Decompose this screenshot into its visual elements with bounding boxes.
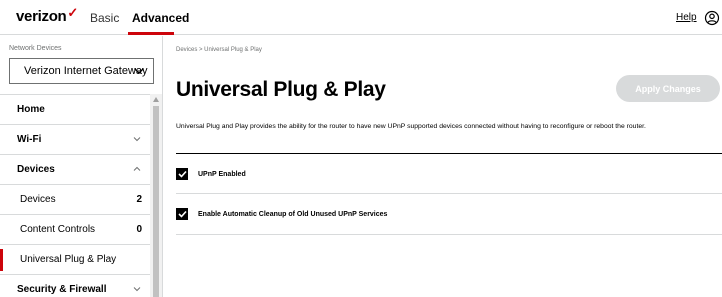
tab-basic[interactable]: Basic bbox=[90, 11, 119, 25]
help-link[interactable]: Help bbox=[676, 12, 697, 23]
sidebar-item-label: Content Controls bbox=[20, 224, 96, 235]
sidebar-item-content-controls[interactable]: Content Controls 0 bbox=[0, 215, 150, 245]
upnp-enabled-label: UPnP Enabled bbox=[198, 170, 246, 178]
chevron-up-icon bbox=[133, 166, 141, 171]
sidebar-nav: Home Wi-Fi Devices Devices 2 Content Con… bbox=[0, 94, 150, 297]
network-device-select[interactable]: Verizon Internet Gateway bbox=[9, 58, 154, 84]
apply-changes-button[interactable]: Apply Changes bbox=[616, 75, 720, 102]
auto-cleanup-checkbox[interactable] bbox=[176, 208, 188, 220]
chevron-down-icon bbox=[134, 68, 144, 74]
sidebar-item-label: Wi-Fi bbox=[17, 134, 42, 145]
sidebar-item-home[interactable]: Home bbox=[0, 95, 150, 125]
scroll-up-arrow-icon[interactable] bbox=[153, 97, 159, 102]
upnp-enabled-checkbox[interactable] bbox=[176, 168, 188, 180]
active-tab-indicator bbox=[128, 32, 174, 35]
auto-cleanup-option[interactable]: Enable Automatic Cleanup of Old Unused U… bbox=[176, 208, 387, 220]
checkmark-icon bbox=[177, 170, 187, 178]
checkmark-icon bbox=[177, 210, 187, 218]
page-description: Universal Plug and Play provides the abi… bbox=[176, 123, 646, 130]
sidebar-item-security-firewall[interactable]: Security & Firewall bbox=[0, 275, 150, 297]
sidebar-scrollbar[interactable] bbox=[150, 94, 162, 297]
sidebar-item-devices[interactable]: Devices bbox=[0, 155, 150, 185]
tab-advanced[interactable]: Advanced bbox=[132, 11, 189, 25]
top-header: verizon✓ Basic Advanced Help bbox=[0, 0, 722, 35]
sidebar-item-label: Universal Plug & Play bbox=[20, 254, 117, 265]
section-divider bbox=[176, 153, 722, 154]
upnp-enabled-option[interactable]: UPnP Enabled bbox=[176, 168, 246, 180]
logo-check-mark: ✓ bbox=[67, 5, 79, 20]
sidebar-item-label: Security & Firewall bbox=[17, 284, 107, 295]
device-count-badge: 2 bbox=[136, 194, 142, 205]
option-divider bbox=[176, 234, 722, 235]
auto-cleanup-label: Enable Automatic Cleanup of Old Unused U… bbox=[198, 210, 388, 218]
network-devices-label: Network Devices bbox=[9, 45, 62, 52]
chevron-down-icon bbox=[133, 137, 141, 142]
scrollbar-thumb[interactable] bbox=[153, 106, 159, 297]
network-device-selected-value: Verizon Internet Gateway bbox=[24, 65, 148, 77]
sidebar-item-wifi[interactable]: Wi-Fi bbox=[0, 125, 150, 155]
option-divider bbox=[176, 193, 722, 194]
sidebar-item-label: Devices bbox=[17, 164, 55, 175]
account-circle-icon[interactable] bbox=[704, 10, 720, 26]
page-title: Universal Plug & Play bbox=[176, 78, 386, 101]
logo-text: verizon bbox=[16, 8, 67, 25]
content-controls-count-badge: 0 bbox=[136, 224, 142, 235]
chevron-down-icon bbox=[133, 287, 141, 292]
verizon-logo[interactable]: verizon✓ bbox=[16, 5, 79, 25]
sidebar-item-universal-plug-and-play[interactable]: Universal Plug & Play bbox=[0, 245, 150, 275]
sidebar: Network Devices Verizon Internet Gateway… bbox=[0, 36, 163, 297]
sidebar-item-devices-list[interactable]: Devices 2 bbox=[0, 185, 150, 215]
sidebar-item-label: Devices bbox=[20, 194, 56, 205]
breadcrumb[interactable]: Devices > Universal Plug & Play bbox=[176, 47, 262, 53]
sidebar-item-label: Home bbox=[17, 104, 45, 115]
